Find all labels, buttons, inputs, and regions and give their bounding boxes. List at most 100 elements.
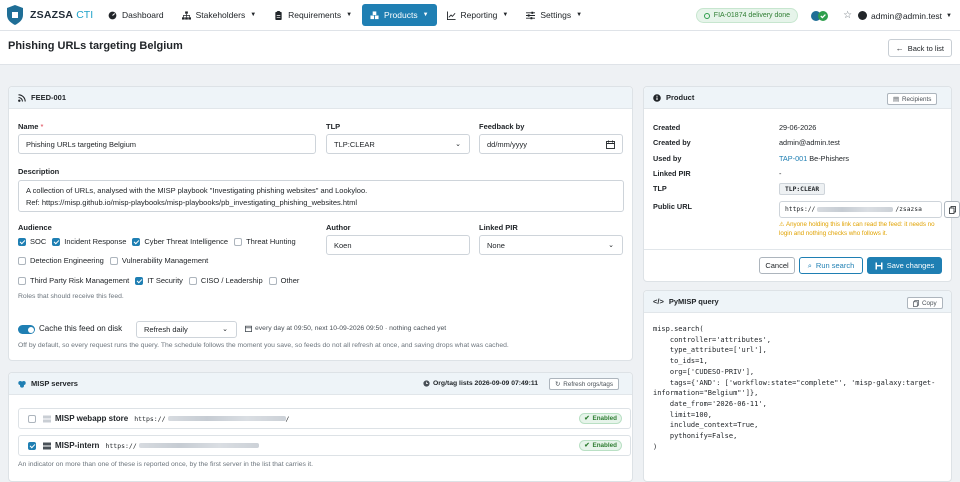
tlp-select[interactable]: TLP:CLEAR ⌄: [326, 134, 470, 154]
nav-settings[interactable]: Settings ▼: [518, 4, 590, 26]
info-circle-icon: [653, 93, 661, 102]
nav-stakeholders[interactable]: Stakeholders ▼: [174, 4, 265, 26]
chevron-down-icon: ⌄: [222, 326, 228, 333]
audience-soc-checkbox[interactable]: SOC: [18, 237, 46, 246]
schedule-info: every day at 09:50, next 10-09-2026 09:5…: [245, 325, 446, 332]
description-label: Description: [18, 167, 60, 176]
copy-query-button[interactable]: Copy: [907, 297, 943, 309]
name-label: Name *: [18, 122, 43, 131]
description-line-1: A collection of URLs, analysed with the …: [26, 186, 368, 195]
nav-reporting-label: Reporting: [460, 10, 498, 20]
description-line-2: Ref: https://misp.github.io/misp-playboo…: [26, 198, 358, 207]
audience-cti-checkbox[interactable]: Cyber Threat Intelligence: [132, 237, 228, 246]
chevron-down-icon: ⌄: [455, 141, 461, 148]
audience-it-security-checkbox[interactable]: IT Security: [135, 276, 183, 285]
audience-option-label: Vulnerability Management: [121, 256, 209, 265]
description-textarea[interactable]: A collection of URLs, analysed with the …: [18, 180, 624, 212]
boxes-icon: [370, 10, 379, 19]
used-by-label: Used by: [653, 154, 682, 163]
author-input[interactable]: Koen: [326, 235, 470, 255]
public-url-input[interactable]: https:// /zsazsa: [779, 201, 942, 218]
nav-dashboard[interactable]: Dashboard: [100, 4, 172, 26]
server-name: MISP-intern: [55, 441, 100, 450]
run-search-button[interactable]: ⌕ Run search: [799, 257, 863, 274]
nav-reporting[interactable]: Reporting ▼: [439, 4, 517, 26]
connection-status-icon[interactable]: [811, 10, 835, 22]
audience-label: Audience: [18, 223, 52, 232]
redacted-host: [138, 443, 259, 448]
clipboard-icon: [275, 10, 282, 20]
status-badge-text: Enabled: [592, 415, 618, 422]
redacted-host: [167, 416, 286, 421]
recipients-button[interactable]: ▤ Recipients: [887, 93, 938, 105]
feed-card: FEED-001 Name * Phishing URLs targeting …: [8, 86, 633, 361]
created-label: Created: [653, 123, 681, 132]
nav-stakeholders-label: Stakeholders: [195, 10, 246, 20]
tlp-select-value: TLP:CLEAR: [334, 139, 375, 149]
nav-settings-label: Settings: [540, 10, 572, 20]
cache-help-text: Off by default, so every request runs th…: [18, 342, 509, 349]
brand[interactable]: ZSAZSA CTI: [6, 5, 100, 25]
audience-option-label: Incident Response: [64, 237, 127, 246]
nav-requirements[interactable]: Requirements ▼: [266, 4, 360, 26]
refresh-orgs-tags-button[interactable]: ↻ Refresh orgs/tags: [549, 378, 619, 390]
audience-option-label: IT Security: [147, 276, 183, 285]
created-by-label: Created by: [653, 138, 691, 147]
linked-pir-select[interactable]: None ⌄: [479, 235, 623, 255]
checkbox-icon: [268, 276, 277, 285]
audience-ciso-checkbox[interactable]: CISO / Leadership: [188, 276, 263, 285]
cache-toggle[interactable]: [18, 325, 35, 334]
checkbox-icon: [18, 237, 26, 246]
audience-threat-hunting-checkbox[interactable]: Threat Hunting: [234, 237, 296, 246]
refresh-icon: ↻: [555, 380, 561, 388]
star-icon[interactable]: ☆: [843, 10, 852, 21]
status-badge: ✔ Enabled: [579, 413, 622, 424]
copy-icon: [913, 299, 919, 307]
linked-pir-value: None: [487, 240, 505, 250]
status-badge-text: Enabled: [592, 442, 618, 449]
misp-server-row[interactable]: MISP webapp store https:// / ✔ Enabled: [18, 408, 631, 429]
schedule-text: every day at 09:50, next 10-09-2026 09:5…: [255, 325, 447, 332]
user-name: admin@admin.test: [871, 10, 943, 21]
nav-products-label: Products: [384, 10, 418, 20]
server-checkbox[interactable]: [28, 414, 36, 423]
brand-suffix: CTI: [76, 9, 94, 21]
audience-detection-engineering-checkbox[interactable]: Detection Engineering: [18, 256, 104, 265]
gauge-icon: [108, 11, 117, 19]
build-status-badge[interactable]: FIA-01874 delivery done: [695, 8, 799, 23]
search-icon: ⌕: [807, 260, 812, 270]
audience-incident-response-checkbox[interactable]: Incident Response: [52, 237, 126, 246]
name-input[interactable]: Phishing URLs targeting Belgium: [18, 134, 316, 154]
audience-tprm-checkbox[interactable]: Third Party Risk Management: [18, 276, 129, 285]
cancel-button[interactable]: Cancel: [759, 257, 795, 274]
copy-url-button[interactable]: [944, 201, 960, 218]
checkbox-icon: [132, 237, 141, 246]
nav-products[interactable]: Products ▼: [362, 4, 437, 26]
linked-pir-label: Linked PIR: [479, 223, 518, 232]
back-to-list-button[interactable]: ← Back to list: [887, 39, 952, 57]
copy-icon: [948, 205, 956, 214]
misp-server-row[interactable]: MISP-intern https:// ✔ Enabled: [18, 435, 631, 456]
org-tag-lists-status: Org/tag lists 2026-09-09 07:49:11: [423, 380, 538, 387]
audience-vulnerability-management-checkbox[interactable]: Vulnerability Management: [109, 256, 209, 265]
checkbox-icon: [188, 276, 197, 285]
main-nav: Dashboard Stakeholders ▼ Requirements ▼ …: [100, 4, 592, 26]
server-checkbox[interactable]: [28, 441, 36, 450]
brand-name: ZSAZSA: [30, 9, 74, 21]
user-menu[interactable]: admin@admin.test ▼: [858, 11, 952, 21]
server-url: https:// /: [134, 415, 289, 423]
chevron-down-icon: ▼: [946, 12, 952, 19]
code-icon: </>: [653, 297, 664, 306]
required-mark: *: [40, 122, 44, 131]
audience-other-checkbox[interactable]: Other: [268, 276, 300, 285]
calendar-icon[interactable]: [606, 140, 615, 149]
sliders-icon: [526, 11, 536, 19]
feedback-date-input[interactable]: dd/mm/yyyy: [479, 134, 623, 154]
audience-option-label: Other: [280, 276, 300, 285]
refresh-select[interactable]: Refresh daily ⌄: [136, 321, 237, 338]
server-icon: [43, 442, 51, 449]
feed-id: FEED-001: [31, 93, 67, 102]
used-by-link[interactable]: TAP-001: [779, 154, 807, 163]
used-by-text: Be-Phishers: [809, 154, 850, 163]
save-changes-button[interactable]: Save changes: [867, 257, 942, 274]
